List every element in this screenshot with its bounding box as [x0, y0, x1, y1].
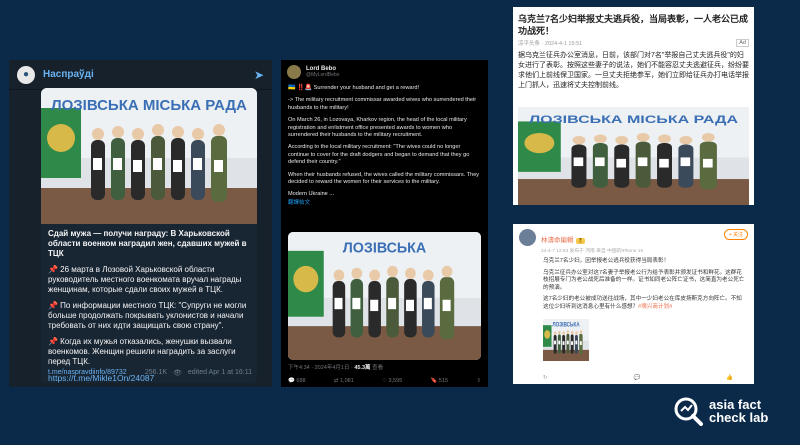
source-link[interactable]: t.me/naspravdiinfo/89732: [48, 369, 139, 377]
logo-text: asia fact check lab: [709, 398, 768, 424]
weibo-panel: 林濤命編輯 🎖 24-4-7 12:53 发布于 河南 来自 中国的iPhone …: [513, 224, 754, 384]
photo-sign-text: ЛОЗІВСЬКА: [552, 322, 580, 329]
post-timestamp[interactable]: 下午4:34 · 2024年4月1日 ·: [288, 365, 354, 371]
flag-emojis: 🇺🇦 ‼️🚨: [288, 85, 313, 91]
thumbs-up-icon: 👍: [726, 375, 733, 381]
message-paragraph: 📌 26 марта в Лозовой Харьковской области…: [48, 265, 242, 294]
telegram-message: ЛОЗІВСЬКА МІСЬКА РАДА Сдай мужа — получи…: [41, 88, 257, 383]
author: 林濤命編輯 🎖 24-4-7 12:53 发布于 河南 来自 中国的iPhone …: [541, 229, 724, 254]
views-count: 45.3萬: [354, 365, 371, 371]
article-meta: 凉平头条 · 2024-4-1 15:51 Ad: [513, 37, 754, 49]
post-paragraph: When their husbands refused, the wives c…: [288, 171, 480, 186]
post-actions: 💬 688 ⇄ 1,081 ♡ 3,595 🔖 515 ⇪: [288, 378, 481, 384]
comment-button[interactable]: 💬: [633, 375, 640, 381]
repost-icon: ↻: [543, 375, 548, 381]
x-post-panel: Lord Bebo @MyLordBebo 🇺🇦 ‼️🚨 Surrender y…: [281, 60, 488, 387]
telegram-icon: ➤: [253, 67, 264, 82]
photo-sign-text: ЛОЗІВСЬКА: [343, 240, 427, 256]
like-count: 3,595: [388, 378, 403, 384]
article-title[interactable]: 乌克兰7名少妇举报丈夫逃兵役，当局表彰，一人老公已成功战死！: [513, 7, 754, 37]
channel-avatar[interactable]: ●: [17, 65, 35, 84]
bookmark-count: 515: [438, 378, 449, 384]
telegram-panel: ● Наспраўді ➤ ЛОЗІВСЬКА МІСЬКА РАДА Сдай…: [9, 60, 272, 387]
bookmark-icon: 🔖: [430, 378, 438, 384]
views-label: 查看: [370, 365, 384, 371]
author-handle[interactable]: @MyLordBebo: [306, 72, 339, 78]
weibo-paragraph: 乌克兰7名少妇，因举报老公逃兵役获得当局表彰！: [543, 258, 670, 264]
reply-count: 688: [296, 378, 306, 384]
weibo-actions: ↻ 💬 👍: [543, 375, 733, 381]
hashtag-link[interactable]: #壕兴商计划#: [638, 304, 672, 310]
message-headline: Сдай мужа — получи награду: В Харьковско…: [48, 229, 247, 258]
comment-icon: 💬: [633, 375, 641, 381]
eye-icon: 👁: [173, 370, 182, 377]
post-more: Modern Ukraine ...: [288, 191, 335, 198]
article-source-time: 凉平头条 · 2024-4-1 15:51: [518, 41, 583, 47]
magnifier-logo-icon: [674, 397, 703, 426]
like-button[interactable]: ♡ 3,595: [382, 378, 402, 384]
translate-link[interactable]: 翻譯帖文: [288, 200, 481, 207]
article-photo[interactable]: ЛОЗІВСЬКА МІСЬКА РАДА: [518, 107, 749, 205]
author-name[interactable]: 林濤命編輯: [541, 237, 574, 244]
logo-line: check lab: [709, 410, 769, 425]
author: Lord Bebo @MyLordBebo: [306, 66, 339, 78]
post-paragraph: On March 26, in Lozovaya, Kharkov region…: [288, 117, 467, 139]
message-paragraph: 📌 Когда их мужья отказались, женушки выз…: [48, 337, 236, 366]
views-count: 256.1K: [144, 369, 168, 376]
like-button[interactable]: 👍: [726, 375, 733, 381]
channel-name[interactable]: Наспраўді: [43, 69, 254, 80]
message-text: Сдай мужа — получи награду: В Харьковско…: [48, 229, 252, 383]
post-meta: 下午4:34 · 2024年4月1日 · 45.3萬 查看: [288, 363, 383, 371]
article-body: 据乌克兰征兵办公室消息，日前，该部门对7名"举报自己丈夫逃兵役"的妇女进行了表彰…: [518, 52, 749, 89]
post-paragraph: -> The military recruitment commissar aw…: [288, 97, 477, 111]
member-badge: 🎖: [575, 238, 586, 244]
post-paragraph: According to the local military recruitm…: [288, 144, 470, 166]
post-photo[interactable]: ЛОЗІВСЬКА: [288, 232, 481, 360]
post-text: 🇺🇦 ‼️🚨 Surrender your husband and get a …: [281, 79, 488, 207]
repost-button[interactable]: ↻: [543, 375, 548, 381]
post-header: Lord Bebo @MyLordBebo: [281, 60, 488, 79]
edited-label: edited Apr 1 at 16:11: [187, 369, 252, 376]
weibo-text: 乌克兰7名少妇，因举报老公逃兵役获得当局表彰！ 乌克兰征兵办公室对这7名妻子举报…: [513, 254, 754, 312]
message-photo[interactable]: ЛОЗІВСЬКА МІСЬКА РАДА: [41, 88, 257, 224]
telegram-header: ● Наспраўді ➤: [9, 60, 272, 90]
bookmark-button[interactable]: 🔖 515: [431, 378, 449, 384]
weibo-header: 林濤命編輯 🎖 24-4-7 12:53 发布于 河南 来自 中国的iPhone …: [513, 224, 754, 254]
reply-button[interactable]: 💬 688: [288, 378, 306, 384]
share-button[interactable]: ⇪: [476, 378, 481, 384]
photo-sign-text: ЛОЗІВСЬКА МІСЬКА РАДА: [529, 113, 738, 125]
weibo-photo[interactable]: ЛОЗІВСЬКА: [543, 319, 589, 361]
post-line: Surrender your husband and get a reward!: [313, 85, 420, 91]
weibo-paragraph: 乌克兰征兵办公室对这7名妻子举报老公行为给予表彰并颁发证书和鲜花。这群花枝招展专…: [543, 269, 745, 291]
repost-icon: ⇄: [333, 378, 339, 384]
asia-fact-check-lab-logo: asia fact check lab: [673, 396, 768, 426]
photo-sign-text: ЛОЗІВСЬКА МІСЬКА РАДА: [51, 97, 247, 114]
repost-button[interactable]: ⇄ 1,081: [334, 378, 354, 384]
share-icon: ⇪: [476, 378, 481, 384]
message-footer: t.me/naspravdiinfo/89732 256.1K 👁 edited…: [48, 369, 252, 377]
reply-icon: 💬: [288, 378, 295, 384]
avatar[interactable]: [519, 229, 536, 246]
avatar[interactable]: [287, 65, 301, 79]
ad-badge: Ad: [736, 39, 749, 47]
article-panel: 乌克兰7名少妇举报丈夫逃兵役，当局表彰，一人老公已成功战死！ 凉平头条 · 20…: [513, 7, 754, 205]
follow-button[interactable]: + 关注: [723, 229, 748, 240]
heart-icon: ♡: [382, 378, 387, 384]
repost-count: 1,081: [339, 378, 354, 384]
post-time: 24-4-7 12:53 发布于 河南 来自 中国的iPhone 16: [541, 249, 644, 254]
message-paragraph: 📌 По информации местного ТЦК: "Супруги н…: [48, 301, 247, 330]
